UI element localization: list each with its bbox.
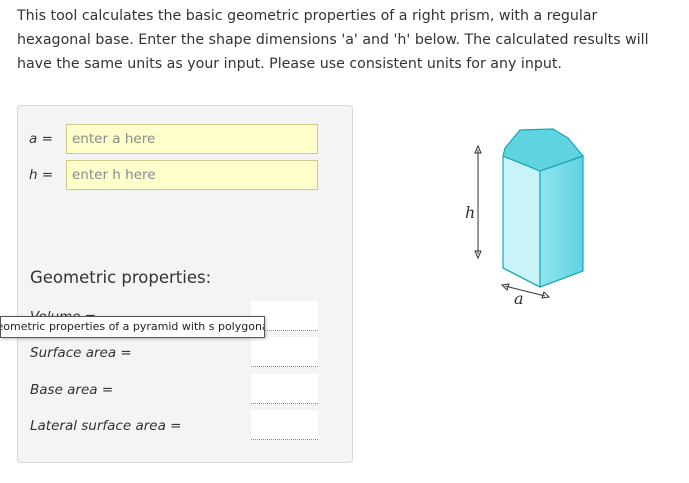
input-label-a: a = — [29, 131, 53, 147]
lateral-area-label: Lateral surface area = — [30, 418, 182, 434]
hexagonal-prism-diagram: h a — [465, 128, 585, 308]
a-input[interactable] — [66, 124, 318, 154]
result-row-lateral-area: Lateral surface area = — [18, 410, 354, 440]
surface-area-output — [251, 337, 318, 367]
prism-front-right-face — [539, 155, 584, 288]
calculator-panel: a = h = Geometric properties: Volume = S… — [17, 105, 353, 463]
result-row-base-area: Base area = — [18, 374, 354, 404]
input-label-h: h = — [29, 167, 54, 183]
side-label: a — [514, 289, 524, 308]
height-label: h — [465, 203, 475, 222]
surface-area-label: Surface area = — [30, 345, 132, 361]
lateral-area-output — [251, 410, 318, 440]
h-input[interactable] — [66, 160, 318, 190]
input-row-a: a = — [18, 124, 354, 154]
prism-front-left-face — [502, 155, 541, 288]
result-row-surface-area: Surface area = — [18, 337, 354, 367]
base-area-output — [251, 374, 318, 404]
base-area-label: Base area = — [30, 382, 114, 398]
tooltip: Geometric properties of a pyramid with s… — [0, 316, 265, 338]
height-arrow — [474, 144, 482, 260]
intro-text: This tool calculates the basic geometric… — [17, 8, 649, 72]
properties-heading: Geometric properties: — [30, 268, 212, 287]
input-row-h: h = — [18, 160, 354, 190]
